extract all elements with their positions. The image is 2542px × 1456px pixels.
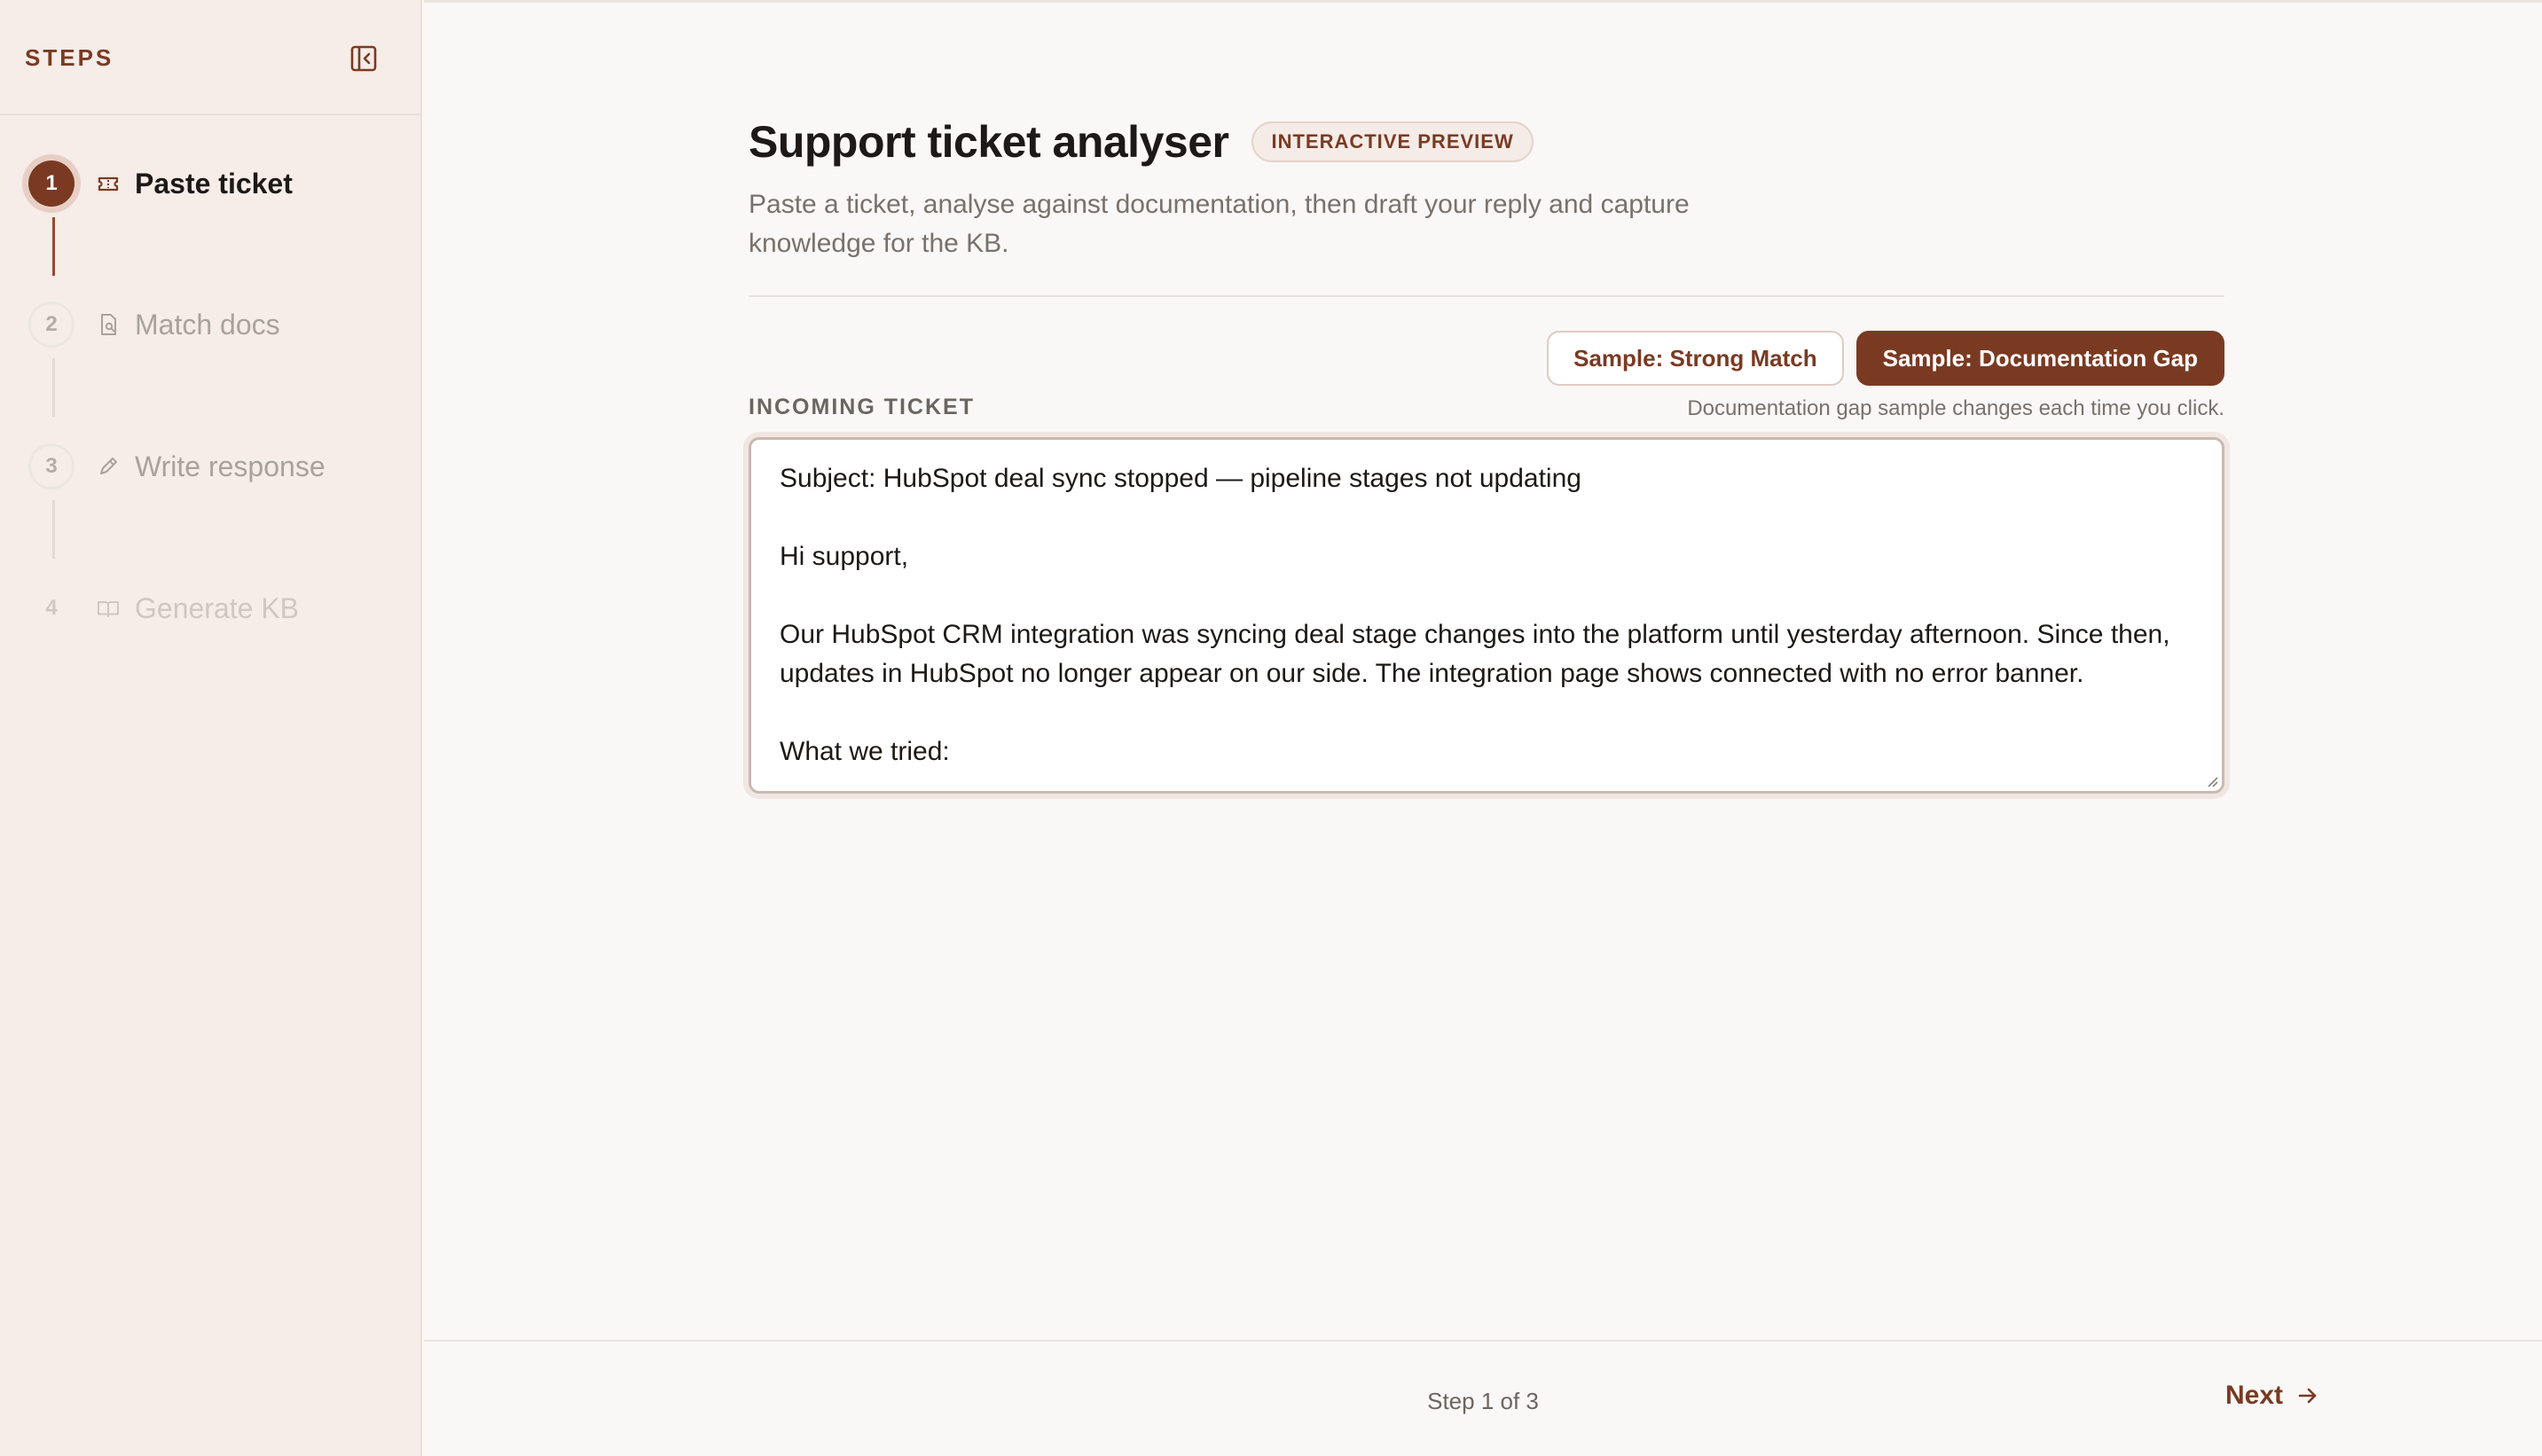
step-connector: [52, 358, 55, 417]
sample-documentation-gap-button[interactable]: Sample: Documentation Gap: [1856, 331, 2224, 386]
pencil-icon: [100, 458, 117, 474]
step-number: 1: [28, 160, 75, 207]
step-number: 2: [28, 301, 75, 348]
sample-buttons: Sample: Strong Match Sample: Documentati…: [1547, 331, 2224, 386]
sidebar-title: STEPS: [25, 44, 114, 71]
interactive-preview-badge: INTERACTIVE PREVIEW: [1251, 121, 1534, 162]
step-number: 3: [28, 443, 75, 489]
sample-strong-match-button[interactable]: Sample: Strong Match: [1547, 331, 1844, 386]
step-connector: [52, 217, 55, 276]
resize-grip-icon[interactable]: [2204, 773, 2218, 787]
sidebar-header: STEPS: [0, 0, 420, 115]
step-label: Match docs: [135, 309, 280, 341]
step-match-docs[interactable]: 2 Match docs: [25, 298, 397, 351]
step-number: 4: [45, 596, 58, 620]
panel-collapse-icon: [350, 45, 377, 72]
page-title: Support ticket analyser: [749, 117, 1229, 167]
sample-hint: Documentation gap sample changes each ti…: [1687, 396, 2224, 420]
ticket-icon: [98, 176, 119, 192]
step-label: Generate KB: [135, 592, 299, 624]
ticket-text[interactable]: Subject: HubSpot deal sync stopped — pip…: [751, 440, 2222, 791]
incoming-ticket-label: INCOMING TICKET: [749, 395, 975, 419]
book-icon: [98, 601, 119, 617]
incoming-ticket-textarea[interactable]: Subject: HubSpot deal sync stopped — pip…: [749, 437, 2224, 794]
step-label: Write response: [135, 450, 326, 482]
step-write-response[interactable]: 3 Write response: [25, 440, 397, 493]
page-subtitle: Paste a ticket, analyse against document…: [749, 190, 1690, 258]
app: STEPS 1 Paste ticket 2 Match docs 3 Writ…: [0, 0, 2542, 1456]
main-panel: Support ticket analyser INTERACTIVE PREV…: [424, 0, 2542, 1456]
title-row: Support ticket analyser INTERACTIVE PREV…: [749, 116, 1534, 168]
steps-sidebar: STEPS 1 Paste ticket 2 Match docs 3 Writ…: [0, 0, 422, 1456]
step-generate-kb[interactable]: 4 Generate KB: [25, 582, 397, 635]
file-search-icon: [101, 314, 116, 335]
next-label: Next: [2224, 1381, 2283, 1410]
next-button[interactable]: Next: [2225, 1381, 2320, 1411]
header-divider: [749, 295, 2224, 297]
step-paste-ticket[interactable]: 1 Paste ticket: [25, 157, 397, 210]
step-counter: Step 1 of 3: [1427, 1388, 1539, 1414]
step-label: Paste ticket: [135, 168, 293, 200]
arrow-right-icon: [2298, 1388, 2317, 1404]
collapse-sidebar-button[interactable]: [346, 41, 381, 76]
wizard-footer: Step 1 of 3 Next: [424, 1340, 2542, 1456]
step-connector: [52, 500, 55, 559]
